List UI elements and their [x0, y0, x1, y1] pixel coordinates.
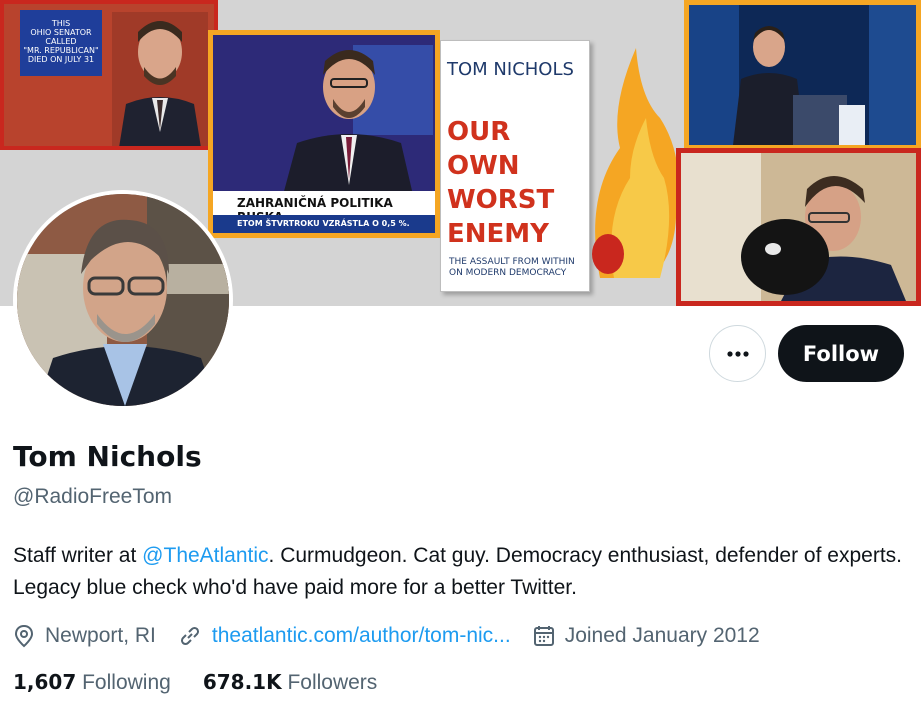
- person-image: [689, 5, 916, 145]
- location-text: Newport, RI: [45, 624, 156, 647]
- tv-caption-text: THIS OHIO SENATOR CALLED "MR. REPUBLICAN…: [23, 19, 99, 64]
- avatar-photo: [17, 194, 229, 406]
- following-stat[interactable]: 1,607 Following: [13, 670, 171, 695]
- person-image: [112, 12, 208, 146]
- following-label: Following: [82, 671, 171, 694]
- bio-text-start: Staff writer at: [13, 544, 143, 567]
- banner-tv-still-1: THIS OHIO SENATOR CALLED "MR. REPUBLICAN…: [0, 0, 218, 150]
- location-item: Newport, RI: [13, 624, 156, 648]
- website-item[interactable]: theatlantic.com/author/tom-nic...: [178, 624, 511, 648]
- website-link[interactable]: theatlantic.com/author/tom-nic...: [212, 624, 511, 648]
- person-image: [17, 194, 229, 406]
- tv-caption-box: THIS OHIO SENATOR CALLED "MR. REPUBLICAN…: [20, 10, 102, 76]
- book-cover: TOM NICHOLS OUR OWN WORST ENEMY THE ASSA…: [440, 40, 590, 292]
- calendar-icon: [533, 626, 554, 646]
- banner-podium-photo: [684, 0, 921, 150]
- followers-stat[interactable]: 678.1K Followers: [203, 670, 377, 695]
- link-icon: [180, 626, 199, 646]
- tv-ticker-text: ETOM ŠTVRTROKU VZRÁSTLA O 0,5 %.: [237, 219, 410, 228]
- followers-count: 678.1K: [202, 670, 282, 694]
- book-author: TOM NICHOLS: [447, 59, 574, 80]
- person-image: [681, 153, 916, 301]
- person-image: [213, 35, 435, 195]
- book-subtitle: THE ASSAULT FROM WITHIN ON MODERN DEMOCR…: [449, 257, 575, 278]
- profile-handle: @RadioFreeTom: [13, 485, 173, 508]
- banner-cat-photo: [676, 148, 921, 306]
- tv-ticker: ETOM ŠTVRTROKU VZRÁSTLA O 0,5 %.: [213, 215, 435, 233]
- profile-bio: Staff writer at @TheAtlantic. Curmudgeon…: [13, 540, 908, 604]
- profile-meta: Newport, RI theatlantic.com/author/tom-n…: [13, 620, 782, 652]
- profile-name: Tom Nichols: [13, 440, 202, 473]
- bio-mention-link[interactable]: @TheAtlantic: [142, 544, 268, 567]
- profile-stats: 1,607 Following 678.1K Followers: [13, 670, 409, 695]
- following-count: 1,607: [13, 670, 77, 694]
- banner-tv-still-2: ZAHRANIČNÁ POLITIKA RUSKA ETOM ŠTVRTROKU…: [208, 30, 440, 238]
- tv-lower-third: ZAHRANIČNÁ POLITIKA RUSKA: [213, 191, 435, 224]
- book-title: OUR OWN WORST ENEMY: [447, 117, 555, 249]
- follow-button[interactable]: Follow: [778, 325, 904, 382]
- more-horizontal-icon: [726, 350, 749, 357]
- more-options-button[interactable]: [709, 325, 766, 382]
- profile-avatar[interactable]: [13, 190, 233, 410]
- location-pin-icon: [14, 624, 34, 648]
- followers-label: Followers: [287, 671, 378, 694]
- joined-item: Joined January 2012: [533, 624, 760, 648]
- joined-text: Joined January 2012: [564, 624, 760, 647]
- flame-illustration: [592, 48, 679, 278]
